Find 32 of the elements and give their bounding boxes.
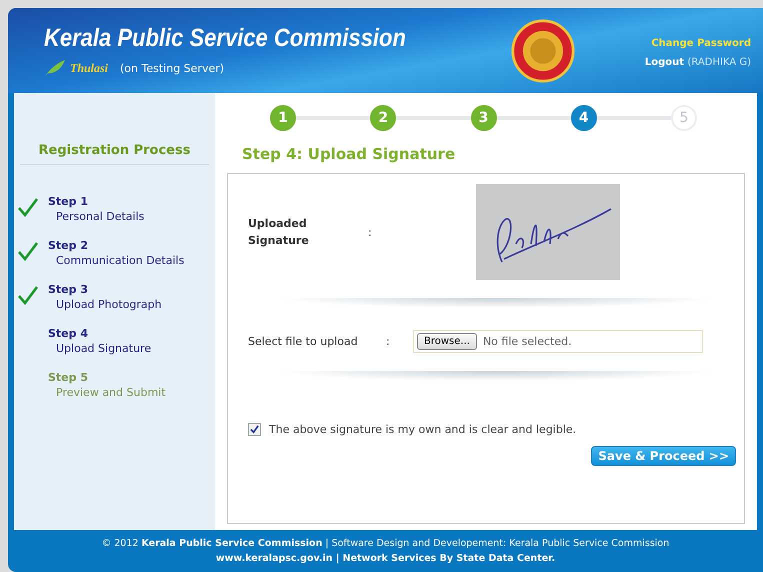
leaf-icon [44,59,66,77]
step-name[interactable]: Personal Details [56,210,144,223]
checkbox[interactable] [248,423,261,436]
step-circle: 2 [370,105,396,131]
step-label[interactable]: Step 1 [48,195,144,208]
server-note: (on Testing Server) [120,62,224,74]
sidebar-title: Registration Process [20,143,209,165]
user-name: (RADHIKA G) [687,56,751,68]
step-name[interactable]: Upload Signature [56,342,152,355]
step-circle: 3 [470,105,496,131]
emblem-icon [510,18,575,82]
browse-button[interactable]: Browse... [417,333,477,350]
step-name[interactable]: Communication Details [56,254,184,267]
declaration-text: The above signature is my own and is clear and legible. [269,423,576,436]
brand-logo-text: Thulasi [70,60,108,76]
step-circle: 4 [570,105,597,131]
footer-credits: www.keralapsc.gov.in | Network Services By State Data Center. [214,553,556,564]
step-circle: 5 [671,105,697,131]
site-title: Kerala Public Service Commission [44,24,407,53]
step-label[interactable]: Step 2 [48,239,184,252]
copyright-text: © 2012 Kerala Public Service Commission | Software Design and Developement: Kerala Public Service Commission [100,538,670,549]
step-circle: 1 [270,105,296,131]
page-heading: Step 4: Upload Signature [242,145,456,163]
file-status: No file selected. [482,335,572,348]
field-label: Uploaded Signature [248,216,310,249]
colon-separator: : [386,335,391,348]
file-upload-field[interactable]: Browse... No file selected. [413,330,703,353]
colon-separator: : [368,226,373,238]
step-label[interactable]: Step 3 [48,283,162,296]
step-name[interactable]: Upload Photograph [56,298,162,311]
step-label[interactable]: Step 4 [48,327,152,340]
field-label: Select file to upload [248,335,359,348]
